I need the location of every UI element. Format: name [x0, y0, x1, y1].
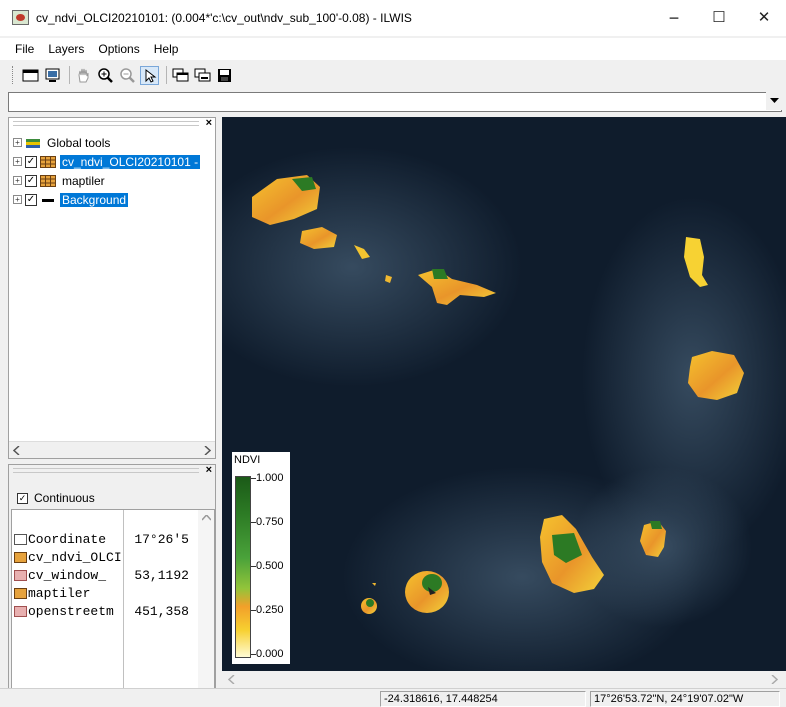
pan-hand-icon[interactable] [74, 66, 93, 85]
menu-bar: File Layers Options Help [0, 38, 786, 60]
tree-item-label: Global tools [47, 135, 111, 150]
panel-grip[interactable] [13, 468, 199, 473]
raster-map-icon [14, 605, 27, 617]
background-line-icon [40, 194, 56, 206]
app-icon [12, 10, 29, 25]
legend-label: 0.250 [256, 604, 284, 616]
island-fogo [405, 571, 449, 613]
zoom-out-icon[interactable] [118, 66, 137, 85]
row-value: 17°26'5 [134, 531, 189, 547]
layer-visible-checkbox[interactable]: ✓ [25, 193, 37, 206]
command-line-input[interactable] [8, 92, 782, 112]
scroll-right-icon[interactable] [770, 675, 778, 684]
pixel-info-panel: × ✓ Continuous Coordinate 17°26'5 cv_ndv… [8, 464, 216, 692]
tree-item-label: maptiler [62, 173, 105, 188]
status-bar: -24.318616, 17.448254 17°26'53.72"N, 24°… [0, 688, 786, 707]
expand-icon[interactable]: + [13, 195, 22, 204]
new-map-icon[interactable] [21, 66, 40, 85]
status-xy-coordinate: -24.318616, 17.448254 [380, 691, 586, 707]
menu-help[interactable]: Help [147, 42, 186, 56]
continuous-checkbox[interactable]: ✓ [17, 492, 28, 504]
island-boa-vista [688, 351, 744, 400]
close-button[interactable]: ✕ [742, 4, 786, 32]
coordinate-icon [14, 533, 27, 545]
layer-visible-checkbox[interactable]: ✓ [25, 155, 37, 168]
row-name: cv_ndvi_OLCI [28, 549, 122, 565]
row-value: 53,1192 [134, 567, 189, 583]
row-name: Coordinate [28, 531, 107, 547]
menu-options[interactable]: Options [91, 42, 146, 56]
continuous-label: Continuous [34, 491, 95, 505]
row-name: cv_window_ [28, 567, 107, 583]
global-tools-icon [25, 137, 41, 149]
row-name: openstreetm [28, 603, 114, 619]
menu-layers[interactable]: Layers [41, 42, 91, 56]
legend-label: 0.750 [256, 516, 284, 528]
scroll-left-icon[interactable] [13, 446, 21, 455]
table-row[interactable]: maptiler [12, 584, 212, 602]
select-pointer-icon[interactable] [140, 65, 159, 85]
table-row[interactable]: cv_ndvi_OLCI [12, 548, 212, 566]
toolbar-grip[interactable] [12, 66, 15, 84]
tree-horizontal-scrollbar[interactable] [9, 441, 215, 458]
chevron-down-icon[interactable] [766, 92, 782, 110]
toolbar-separator [166, 66, 167, 84]
pixel-info-table: Coordinate 17°26'5 cv_ndvi_OLCI cv_windo… [11, 509, 215, 691]
expand-icon[interactable]: + [13, 138, 22, 147]
raster-map-icon [40, 155, 56, 168]
tree-item-label: Background [60, 192, 129, 207]
map-horizontal-scrollbar[interactable] [222, 671, 786, 687]
add-layer-icon[interactable] [171, 66, 190, 85]
layer-visible-checkbox[interactable]: ✓ [25, 174, 37, 187]
ndvi-legend: NDVI 1.000 0.750 0.500 0.250 0.000 [232, 452, 290, 664]
tree-item-maptiler[interactable]: + ✓ maptiler [13, 172, 107, 189]
legend-title: NDVI [234, 454, 261, 466]
row-value: 451,358 [134, 603, 189, 619]
status-latlon: 17°26'53.72"N, 24°19'07.02"W [590, 691, 780, 707]
title-bar: cv_ndvi_OLCI20210101: (0.004*'c:\cv_out\… [0, 0, 786, 36]
table-row[interactable]: openstreetm 451,358 [12, 602, 212, 620]
scroll-up-icon[interactable] [202, 515, 211, 521]
island-brava [361, 598, 377, 614]
legend-label: 0.500 [256, 560, 284, 572]
maximize-button[interactable]: ☐ [697, 4, 741, 32]
haze-region [222, 147, 522, 387]
row-name: maptiler [28, 585, 91, 601]
scroll-left-icon[interactable] [228, 675, 236, 684]
raster-map-icon [14, 569, 27, 581]
window-title: cv_ndvi_OLCI20210101: (0.004*'c:\cv_out\… [36, 11, 412, 25]
minimize-button[interactable]: − [652, 4, 696, 32]
table-row[interactable]: cv_window_ 53,1192 [12, 566, 212, 584]
tree-item-ndvi-layer[interactable]: + ✓ cv_ndvi_OLCI20210101 - [13, 153, 201, 170]
legend-label: 0.000 [256, 648, 284, 660]
continuous-option[interactable]: ✓ Continuous [17, 491, 95, 505]
scroll-right-icon[interactable] [203, 446, 211, 455]
legend-color-bar [235, 476, 251, 658]
close-icon[interactable]: × [206, 464, 212, 476]
raster-map-icon [40, 174, 56, 187]
raster-map-icon [14, 551, 27, 563]
menu-file[interactable]: File [8, 42, 41, 56]
legend-label: 1.000 [256, 472, 284, 484]
table-row[interactable]: Coordinate 17°26'5 [12, 530, 212, 548]
toolbar [0, 62, 786, 88]
remove-layer-icon[interactable] [193, 66, 212, 85]
tree-item-label: cv_ndvi_OLCI20210101 - [60, 154, 201, 169]
panel-grip[interactable] [13, 121, 199, 126]
raster-map-icon [14, 587, 27, 599]
expand-icon[interactable]: + [13, 176, 22, 185]
map-canvas[interactable] [222, 117, 786, 685]
ilwis-window: cv_ndvi_OLCI20210101: (0.004*'c:\cv_out\… [0, 0, 786, 707]
zoom-in-icon[interactable] [96, 66, 115, 85]
save-icon[interactable] [215, 66, 234, 85]
layer-tree-panel: × + Global tools + ✓ cv_ndvi_OLCI2021010… [8, 117, 216, 459]
tree-item-global-tools[interactable]: + Global tools [13, 134, 112, 151]
tree-item-background[interactable]: + ✓ Background [13, 191, 129, 208]
expand-icon[interactable]: + [13, 157, 22, 166]
close-icon[interactable]: × [206, 117, 212, 129]
map-view[interactable]: NDVI 1.000 0.750 0.500 0.250 0.000 [222, 117, 786, 685]
display-icon[interactable] [43, 66, 62, 85]
toolbar-separator [69, 66, 70, 84]
